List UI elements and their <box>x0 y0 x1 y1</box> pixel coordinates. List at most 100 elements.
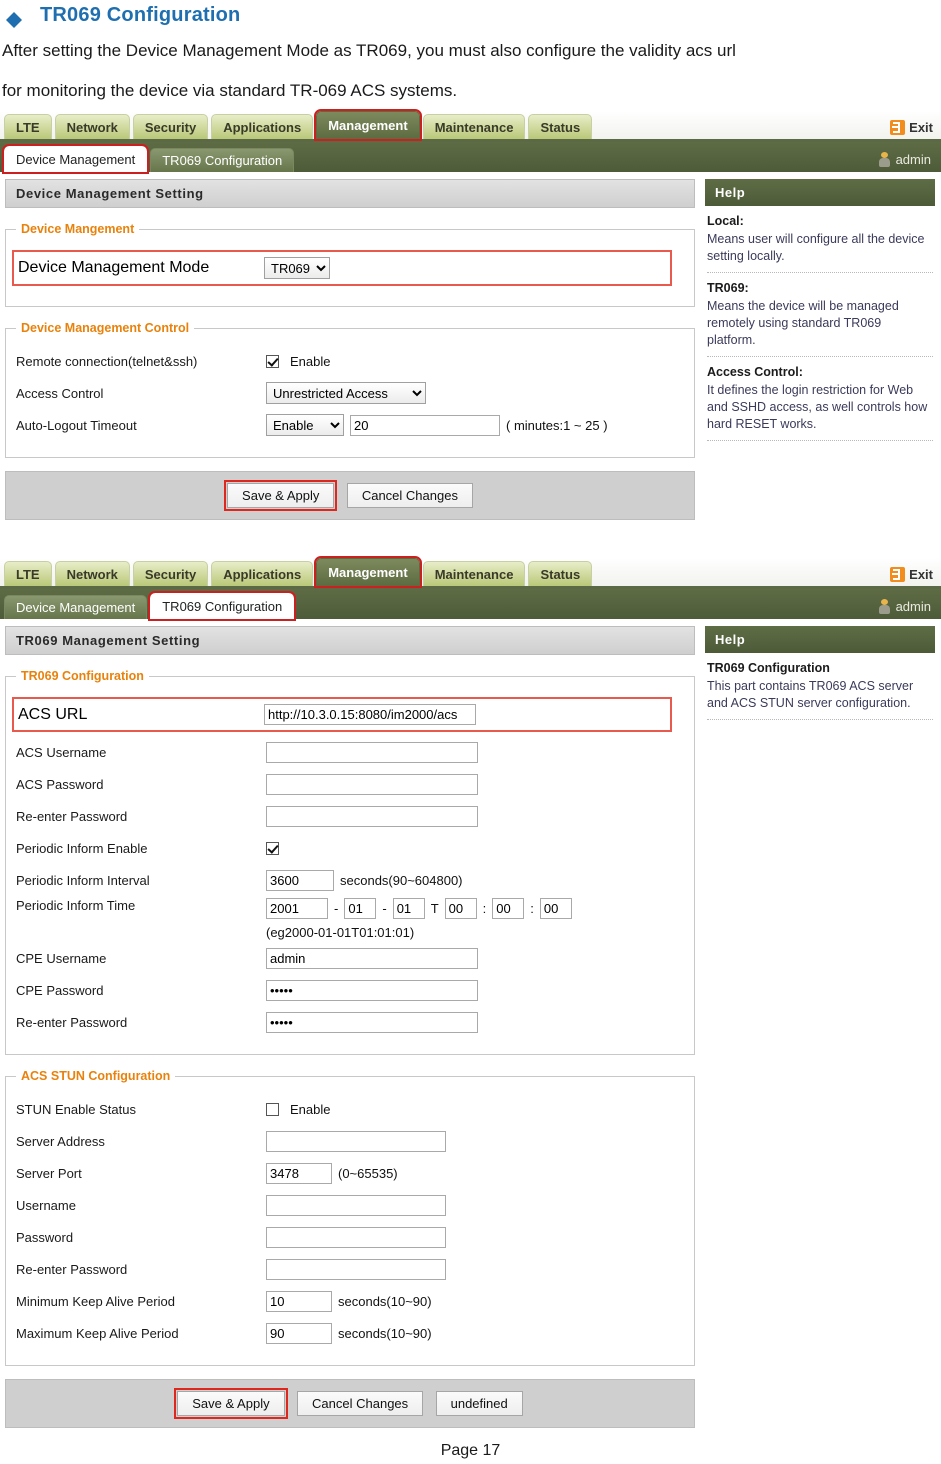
group-device-management-control: Device Management Control Remote connect… <box>5 321 695 458</box>
periodic-inform-time-day-input[interactable] <box>392 898 425 919</box>
row-stun-reenter-password: Re-enter Password <box>16 1255 684 1283</box>
tab-applications[interactable]: Applications <box>211 114 314 139</box>
periodic-inform-time-minute-input[interactable] <box>492 898 525 919</box>
screen1-main-column: Device Management Setting Device Mangeme… <box>5 179 695 520</box>
cpe-reenter-password-input[interactable] <box>266 1011 478 1033</box>
tab-status[interactable]: Status <box>528 114 593 139</box>
help-section-tr069-configuration: TR069 Configuration This part contains T… <box>707 661 933 720</box>
save-apply-button[interactable]: Save & Apply <box>224 480 338 511</box>
subtab-tr069-configuration[interactable]: TR069 Configuration <box>150 148 295 172</box>
min-keep-alive-hint: seconds(10~90) <box>338 1293 432 1309</box>
tab-network[interactable]: Network <box>54 114 130 139</box>
exit-button[interactable]: Exit <box>890 120 941 139</box>
cpe-reenter-password-label: Re-enter Password <box>16 1014 128 1030</box>
min-keep-alive-label: Minimum Keep Alive Period <box>16 1293 175 1309</box>
stun-username-label: Username <box>16 1197 76 1213</box>
stun-password-input[interactable] <box>266 1226 446 1248</box>
time-separator-colon-1: : <box>482 901 487 916</box>
tab-applications[interactable]: Applications <box>211 561 314 586</box>
periodic-inform-time-hour-input[interactable] <box>444 898 477 919</box>
acs-reenter-password-input[interactable] <box>266 805 478 827</box>
stun-enable-status-label: STUN Enable Status <box>16 1101 136 1117</box>
acs-password-input[interactable] <box>266 773 478 795</box>
periodic-inform-time-second-input[interactable] <box>539 898 572 919</box>
tab-maintenance[interactable]: Maintenance <box>422 561 526 586</box>
stun-username-input[interactable] <box>266 1194 446 1216</box>
periodic-inform-time-month-input[interactable] <box>344 898 377 919</box>
router-screenshot-device-management: LTE Network Security Applications Manage… <box>0 109 941 528</box>
max-keep-alive-input[interactable] <box>266 1322 332 1344</box>
screenshot-separator <box>0 528 941 558</box>
acs-password-label: ACS Password <box>16 776 104 792</box>
acs-url-input[interactable] <box>264 704 476 725</box>
help-text-tr069: Means the device will be managed remotel… <box>707 299 899 347</box>
periodic-inform-enable-checkbox[interactable] <box>266 841 279 855</box>
tab-security[interactable]: Security <box>132 114 209 139</box>
auto-logout-minutes-input[interactable] <box>350 414 500 436</box>
stun-enable-checkbox[interactable] <box>266 1102 279 1116</box>
row-acs-username: ACS Username <box>16 738 684 766</box>
device-management-mode-select[interactable]: TR069 <box>264 257 330 279</box>
row-stun-password: Password <box>16 1223 684 1251</box>
screen2-help-panel: Help TR069 Configuration This part conta… <box>705 626 935 1428</box>
time-separator-dash-1: - <box>334 901 339 916</box>
cancel-changes-button[interactable]: Cancel Changes <box>346 483 473 508</box>
row-stun-server-address: Server Address <box>16 1127 684 1155</box>
subtab-device-management[interactable]: Device Management <box>4 595 148 619</box>
tab-security[interactable]: Security <box>132 561 209 586</box>
auto-logout-timeout-label: Auto-Logout Timeout <box>16 417 137 433</box>
access-control-select[interactable]: Unrestricted Access <box>266 382 426 404</box>
device-management-setting-title: Device Management Setting <box>5 179 695 208</box>
exit-icon <box>890 120 906 135</box>
user-badge: admin <box>878 599 941 619</box>
periodic-inform-interval-input[interactable] <box>266 869 334 891</box>
tab-network[interactable]: Network <box>54 561 130 586</box>
help-text-local: Means user will configure all the device… <box>707 232 925 263</box>
stun-server-port-input[interactable] <box>266 1162 332 1184</box>
periodic-inform-time-year-input[interactable] <box>266 898 328 919</box>
exit-label: Exit <box>909 567 933 582</box>
tab-status[interactable]: Status <box>528 561 593 586</box>
tab-maintenance[interactable]: Maintenance <box>422 114 526 139</box>
cpe-username-label: CPE Username <box>16 950 107 966</box>
tab-lte[interactable]: LTE <box>4 561 52 586</box>
stun-reenter-password-input[interactable] <box>266 1258 446 1280</box>
acs-username-input[interactable] <box>266 741 478 763</box>
row-periodic-inform-time: Periodic Inform Time - - T : : (eg2000- <box>16 898 684 940</box>
group-acs-stun-legend: ACS STUN Configuration <box>21 1069 171 1083</box>
page-title: TR069 Configuration <box>40 4 241 26</box>
remote-connection-checkbox[interactable] <box>266 354 279 368</box>
main-tab-bar: LTE Network Security Applications Manage… <box>0 109 941 142</box>
time-separator-colon-2: : <box>530 901 534 916</box>
tab-management[interactable]: Management <box>314 556 422 588</box>
cpe-password-input[interactable] <box>266 979 478 1001</box>
min-keep-alive-input[interactable] <box>266 1290 332 1312</box>
screen1-content: Device Management Setting Device Mangeme… <box>0 172 941 528</box>
subtab-tr069-configuration[interactable]: TR069 Configuration <box>148 591 297 621</box>
stun-enable-checkbox-label: Enable <box>290 1101 331 1117</box>
cpe-username-input[interactable] <box>266 947 478 969</box>
help-term-tr069-configuration: TR069 Configuration <box>707 661 830 675</box>
auto-logout-enable-select[interactable]: Enable <box>266 414 344 436</box>
help-term-access-control: Access Control: <box>707 365 803 379</box>
help-text-access-control: It defines the login restriction for Web… <box>707 383 928 431</box>
group-device-management: Device Mangement Device Management Mode … <box>5 222 695 307</box>
tab-management[interactable]: Management <box>314 109 422 141</box>
stun-server-address-input[interactable] <box>266 1130 446 1152</box>
row-cpe-username: CPE Username <box>16 944 684 972</box>
exit-button[interactable]: Exit <box>890 567 941 586</box>
undefined-button[interactable]: undefined <box>435 1391 523 1416</box>
save-apply-button[interactable]: Save & Apply <box>174 1388 288 1419</box>
max-keep-alive-label: Maximum Keep Alive Period <box>16 1325 179 1341</box>
intro-paragraph-line-2: for monitoring the device via standard T… <box>2 81 458 100</box>
stun-server-port-label: Server Port <box>16 1165 82 1181</box>
main-tab-bar-2: LTE Network Security Applications Manage… <box>0 556 941 589</box>
subtab-device-management[interactable]: Device Management <box>1 144 150 174</box>
user-icon <box>878 152 890 167</box>
sub-tab-bar-2: Device Management TR069 Configuration ad… <box>0 589 941 621</box>
max-keep-alive-hint: seconds(10~90) <box>338 1325 432 1341</box>
cancel-changes-button[interactable]: Cancel Changes <box>297 1391 424 1416</box>
help-panel-title: Help <box>705 179 935 206</box>
sub-tab-bar: Device Management TR069 Configuration ad… <box>0 142 941 174</box>
tab-lte[interactable]: LTE <box>4 114 52 139</box>
